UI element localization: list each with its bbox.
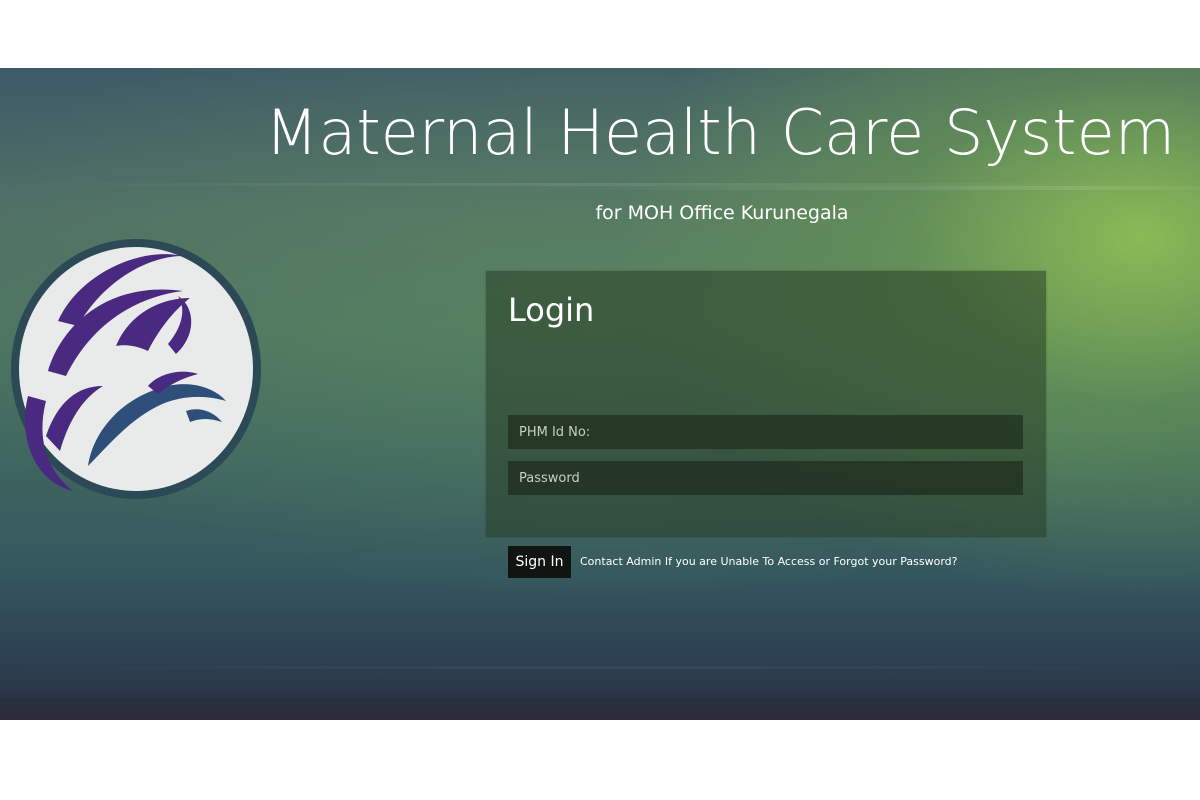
page-title: Maternal Health Care System <box>264 96 1176 169</box>
background-streak <box>0 186 1200 190</box>
background-streak <box>0 183 1200 186</box>
background: Maternal Health Care System for MOH Offi… <box>0 68 1200 720</box>
password-input[interactable] <box>508 461 1023 495</box>
help-text: Contact Admin If you are Unable To Acces… <box>580 555 958 568</box>
sign-in-button[interactable]: Sign In <box>508 546 571 578</box>
phm-id-input[interactable] <box>508 415 1023 449</box>
page-subtitle: for MOH Office Kurunegala <box>595 202 849 224</box>
mother-and-child-logo-icon <box>11 239 261 499</box>
login-title: Login <box>508 291 595 329</box>
login-panel: Login Sign In Contact Admin If you are U… <box>486 271 1046 578</box>
background-streak <box>0 666 1200 669</box>
bottom-band <box>0 698 1200 720</box>
